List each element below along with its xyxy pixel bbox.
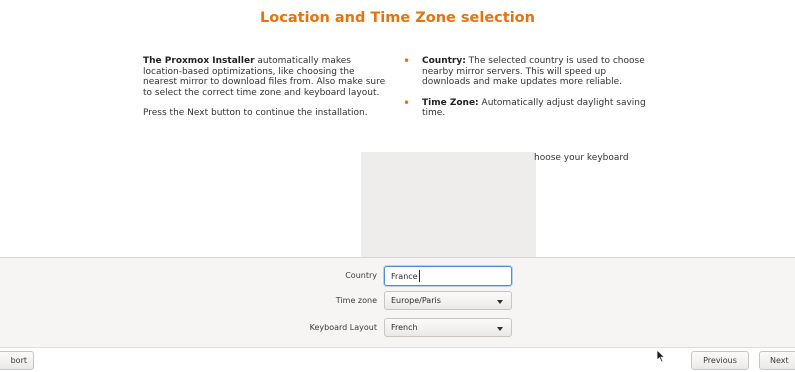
next-button[interactable]: Next (759, 351, 795, 370)
bullet-country-term: Country: (422, 56, 466, 66)
intro-text: The Proxmox Installer automatically make… (143, 56, 386, 129)
country-row: Country (0, 266, 795, 286)
keyboard-select[interactable]: French (384, 318, 512, 337)
chevron-down-icon (497, 300, 503, 304)
bullet-icon: • (403, 54, 411, 68)
bullet-timezone: • Time Zone: Automatically adjust daylig… (400, 95, 650, 119)
keyboard-value: French (391, 323, 418, 332)
previous-button[interactable]: Previous (691, 351, 749, 370)
mouse-pointer-icon (656, 349, 666, 363)
keyboard-label: Keyboard Layout (309, 323, 377, 332)
bullet-icon: • (403, 95, 411, 110)
timezone-value: Europe/Paris (391, 296, 441, 305)
chevron-down-icon (497, 327, 503, 331)
abort-button[interactable]: bort (0, 351, 34, 370)
intro-paragraph-1: The Proxmox Installer automatically make… (143, 56, 386, 98)
form-panel: Country Time zone Europe/Paris Keyboard … (0, 257, 795, 347)
timezone-label: Time zone (335, 296, 377, 305)
installer-name: The Proxmox Installer (143, 56, 255, 66)
intro-paragraph-2: Press the Next button to continue the in… (143, 108, 368, 119)
country-input[interactable] (384, 266, 512, 286)
bullet-country: • Country: The selected country is used … (400, 54, 650, 88)
keyboard-row: Keyboard Layout French (0, 318, 795, 338)
footer-bar: bort Previous Next (0, 347, 795, 372)
page-title: Location and Time Zone selection (260, 10, 535, 26)
timezone-select[interactable]: Europe/Paris (384, 291, 512, 310)
dropdown-popup-overlay (361, 152, 536, 257)
bullet-timezone-term: Time Zone: (422, 97, 479, 108)
bullet-keyboard-partial-text: hoose your keyboard (534, 153, 629, 163)
country-label: Country (345, 271, 377, 280)
help-bullets: • Country: The selected country is used … (400, 54, 650, 129)
text-caret (419, 270, 420, 282)
timezone-row: Time zone Europe/Paris (0, 291, 795, 311)
